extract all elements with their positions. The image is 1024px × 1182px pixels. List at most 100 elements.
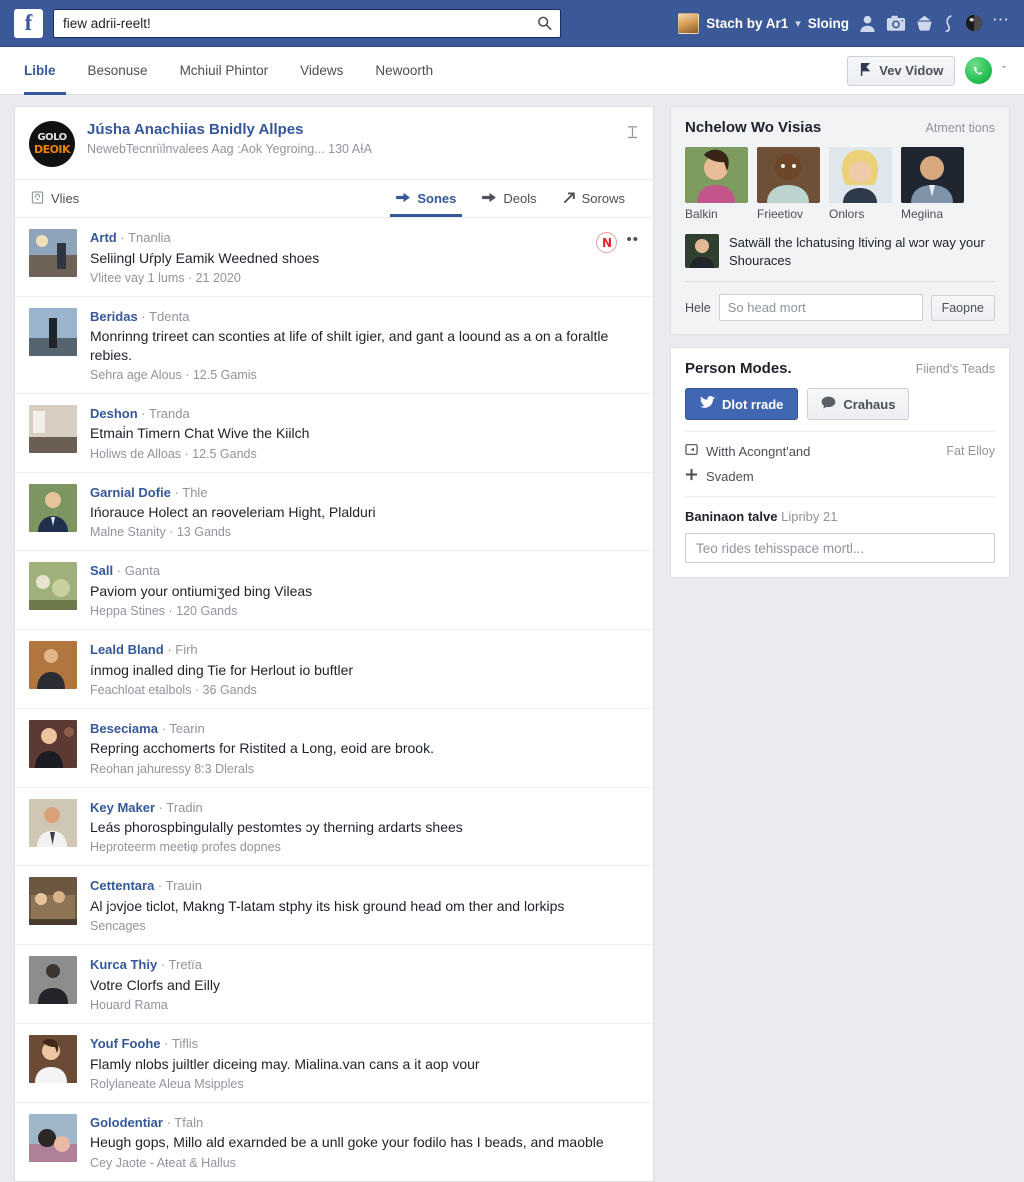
- list-item[interactable]: Cettentara · Trauin Al jɔvjoe ticlot, Ma…: [15, 865, 653, 944]
- person-modes-link[interactable]: Fiiend's Teads: [916, 362, 995, 376]
- facebook-logo-icon[interactable]: f: [14, 8, 43, 38]
- nav-tab-newoorth[interactable]: Newoorth: [359, 47, 449, 94]
- post-tab-sones[interactable]: Sones: [384, 180, 468, 217]
- chevron-down-icon[interactable]: ˇ: [1002, 65, 1006, 77]
- more-options-icon[interactable]: ••: [626, 232, 639, 247]
- person-item[interactable]: Onlors: [829, 147, 892, 221]
- list-item-meta: Feachloat eŧalbols · 36 Gands: [90, 682, 257, 697]
- person-item[interactable]: Megiina: [901, 147, 964, 221]
- feed-list: Artd · Tnanlia Seliingl Uŕply Eamik Wee…: [15, 217, 653, 1181]
- list-item-category: · Tretïa: [160, 957, 203, 973]
- list-item-meta: Reohan jahuressy 8:3 Dlerals: [90, 761, 254, 776]
- list-item[interactable]: Youf Foohe · Tiflis Flamly nlobs juiltle…: [15, 1023, 653, 1102]
- nav-tab-videws[interactable]: Videws: [284, 47, 359, 94]
- thumbnail: [29, 307, 77, 356]
- post-subtitle: NewebTecnriïlnvalees Aag :Aok Yegroing..…: [87, 142, 372, 156]
- friend-requests-icon[interactable]: [858, 14, 877, 33]
- list-item-title-row: Golodentiar · Tfaln: [90, 1115, 637, 1131]
- list-item-category: · Trauin: [157, 878, 203, 894]
- list-item[interactable]: Key Maker · Tradin Leás phorospbingulall…: [15, 786, 653, 866]
- brand-logo-icon: GOLO DEOIK: [29, 121, 75, 167]
- chevron-down-icon[interactable]: ▾: [795, 17, 801, 30]
- visits-card-link[interactable]: Atment tions: [926, 121, 995, 135]
- notifications-icon[interactable]: [943, 14, 956, 33]
- post-privacy[interactable]: Vlies: [31, 190, 79, 208]
- avatar: [829, 147, 892, 203]
- composer-input[interactable]: Teo rides tehisspace mortl...: [685, 533, 995, 564]
- list-item-body: Artd · Tnanlia Seliingl Uŕply Eamik Wee…: [90, 229, 637, 285]
- person-item[interactable]: Frieetiov: [757, 147, 820, 221]
- list-item-text: Al jɔvjoe ticlot, Makng T-latam stphy it…: [90, 898, 565, 915]
- camera-icon[interactable]: [886, 14, 906, 33]
- thumbnail: [29, 719, 77, 768]
- status-badge[interactable]: N: [596, 232, 618, 253]
- list-item-category: · Ganta: [116, 563, 161, 579]
- dlot-rrade-button[interactable]: Dlot rrade: [685, 388, 799, 421]
- account-menu[interactable]: Stach by Ar1 ▾ Sloing: [678, 12, 849, 34]
- flag-icon: [859, 62, 872, 80]
- person-modes-row-label: Svadem: [706, 468, 754, 484]
- list-item-name[interactable]: Leald Bland: [90, 642, 164, 657]
- post-tab-deols[interactable]: Deols: [470, 180, 548, 217]
- list-item[interactable]: Leald Bland · Firh ínmog inalled ding Ti…: [15, 629, 653, 708]
- list-item[interactable]: Artd · Tnanlia Seliingl Uŕply Eamik Wee…: [15, 218, 653, 296]
- nav-tab-mchiuil-phintor[interactable]: Mchiuil Phintor: [164, 47, 285, 94]
- status-label[interactable]: Sloing: [808, 16, 849, 31]
- search-input[interactable]: fiew adrii-reelt!: [53, 8, 561, 38]
- visits-card-input[interactable]: So head mort: [718, 294, 923, 322]
- more-actions-icon[interactable]: [628, 121, 637, 143]
- list-item-name[interactable]: Artd: [90, 230, 117, 245]
- visits-card-input-value: So head mort: [727, 300, 806, 316]
- more-options-icon[interactable]: ⋯: [992, 11, 1010, 28]
- nav-tab-besonuse[interactable]: Besonuse: [72, 47, 164, 94]
- person-modes-row-right[interactable]: Fat Elloy: [946, 444, 995, 458]
- messenger-icon[interactable]: [915, 14, 934, 32]
- list-item-body: Golodentiar · Tfaln Heugh gops, Millo al…: [90, 1114, 637, 1170]
- list-item[interactable]: Golodentiar · Tfaln Heugh gops, Millo al…: [15, 1101, 653, 1181]
- post-tab-sorows[interactable]: Sorows: [551, 180, 637, 217]
- list-item-title-row: Leald Bland · Firh: [90, 642, 637, 658]
- person-item[interactable]: Balkin: [685, 147, 748, 221]
- list-item-name[interactable]: Cettentara: [90, 878, 154, 893]
- list-item[interactable]: Sall · Ganta Paviom your ontiumiʒed bing…: [15, 550, 653, 629]
- list-item-title-row: Cettentara · Trauin: [90, 878, 637, 894]
- view-video-label: Vev Vidow: [879, 63, 944, 78]
- person-name: Megiina: [901, 207, 944, 221]
- crahaus-button[interactable]: Crahaus: [807, 388, 910, 421]
- composer-subtitle: Lipriby 21: [781, 509, 838, 525]
- list-item[interactable]: Beseciama · Tearin Repring acchomerts fo…: [15, 707, 653, 787]
- comment-icon: [821, 396, 836, 412]
- list-item[interactable]: Deshon · Tranda Etmai̇n Timern Chat Wive…: [15, 392, 653, 472]
- visits-card-form: Hele So head mort Faopne: [685, 281, 995, 322]
- person-modes-row-account[interactable]: Witth Acongnt'and Fat Elloy: [685, 431, 995, 459]
- list-item-text: Ińorauce Holect an rəoveleriam Hight, Pl…: [90, 504, 376, 521]
- page-title[interactable]: Júsha Anachiias Bnidly Allpes: [87, 121, 372, 138]
- list-item-name[interactable]: Kurсa Thiy: [90, 957, 157, 972]
- list-item-name[interactable]: Beridas: [90, 309, 138, 324]
- list-item-name[interactable]: Youf Foohe: [90, 1036, 161, 1051]
- list-item-name[interactable]: Golodentiar: [90, 1115, 163, 1130]
- list-item-name[interactable]: Beseciama: [90, 721, 158, 736]
- list-item-text: Repring acchomerts for Ristited a Long, …: [90, 740, 434, 757]
- list-item-name[interactable]: Deshon: [90, 406, 138, 421]
- list-item-text: Leás phorospbingulally pestomtes ɔy ther…: [90, 819, 463, 836]
- person-modes-row-add[interactable]: Svadem: [685, 461, 995, 484]
- search-icon[interactable]: [537, 16, 552, 31]
- list-item-meta: Sehra age Alous · 12.5 Gamis: [90, 367, 257, 382]
- top-navigation-bar: f fiew adrii-reelt! Stach by Ar1 ▾ Sloin…: [0, 0, 1024, 47]
- view-video-button[interactable]: Vev Vidow: [847, 55, 956, 86]
- list-item-category: · Tranda: [141, 405, 190, 421]
- avatar: [757, 147, 820, 203]
- list-item[interactable]: Garnial Dofie · Thle Ińorauce Holect an …: [15, 471, 653, 551]
- list-item-name[interactable]: Sall: [90, 563, 113, 578]
- profile-avatar[interactable]: [965, 57, 993, 84]
- list-item[interactable]: Kurсa Thiy · Tretïa Votre Clorfs and Eil…: [15, 944, 653, 1023]
- list-item[interactable]: Beridas · Tdenta Monrinng trireet can sc…: [15, 295, 653, 393]
- list-item-name[interactable]: Key Maker: [90, 800, 155, 815]
- people-list: Balkin Frieetiov Onlors Megiina: [685, 147, 995, 221]
- visits-card-submit-button[interactable]: Faopne: [930, 294, 995, 321]
- globe-icon[interactable]: [965, 14, 983, 32]
- nav-tab-lible[interactable]: Lible: [18, 47, 72, 95]
- visits-card-header: Nchelow Wo Visias Atment tions: [685, 119, 995, 136]
- list-item-name[interactable]: Garnial Dofie: [90, 485, 171, 500]
